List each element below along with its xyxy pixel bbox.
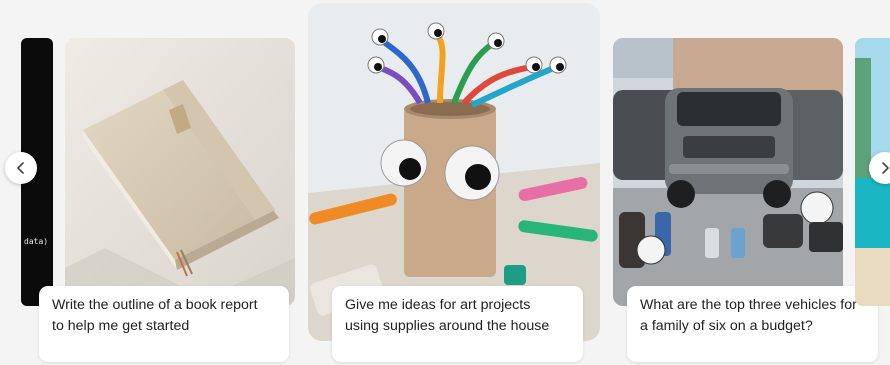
card-2-caption-line-2: using supplies around the house: [345, 318, 550, 334]
suggestion-card-3[interactable]: What are the top three vehicles for a fa…: [627, 286, 878, 362]
card-vehicles-image[interactable]: [613, 38, 843, 306]
carousel-prev-button[interactable]: [5, 152, 37, 184]
card-notebook-image[interactable]: [65, 38, 295, 306]
suggestion-card-1[interactable]: Write the outline of a book report to he…: [39, 286, 289, 362]
suggestion-carousel: data) Write the outline of a book report…: [0, 0, 890, 365]
card-3-caption-line-1: What are the top three vehicles for: [640, 297, 857, 313]
chevron-left-icon: [17, 162, 24, 174]
card-2-caption-line-1: Give me ideas for art projects: [345, 297, 531, 313]
code-snippet-text: data): [24, 237, 49, 246]
card-1-caption-line-1: Write the outline of a book report: [52, 297, 258, 313]
notebook-illustration: [65, 38, 295, 306]
chevron-right-icon: [882, 162, 889, 174]
suv-vehicles-illustration: [613, 38, 843, 306]
suggestion-card-2[interactable]: Give me ideas for art projects using sup…: [332, 286, 583, 362]
card-1-caption-line-2: to help me get started: [52, 318, 190, 334]
card-3-caption-line-2: a family of six on a budget?: [640, 318, 813, 334]
